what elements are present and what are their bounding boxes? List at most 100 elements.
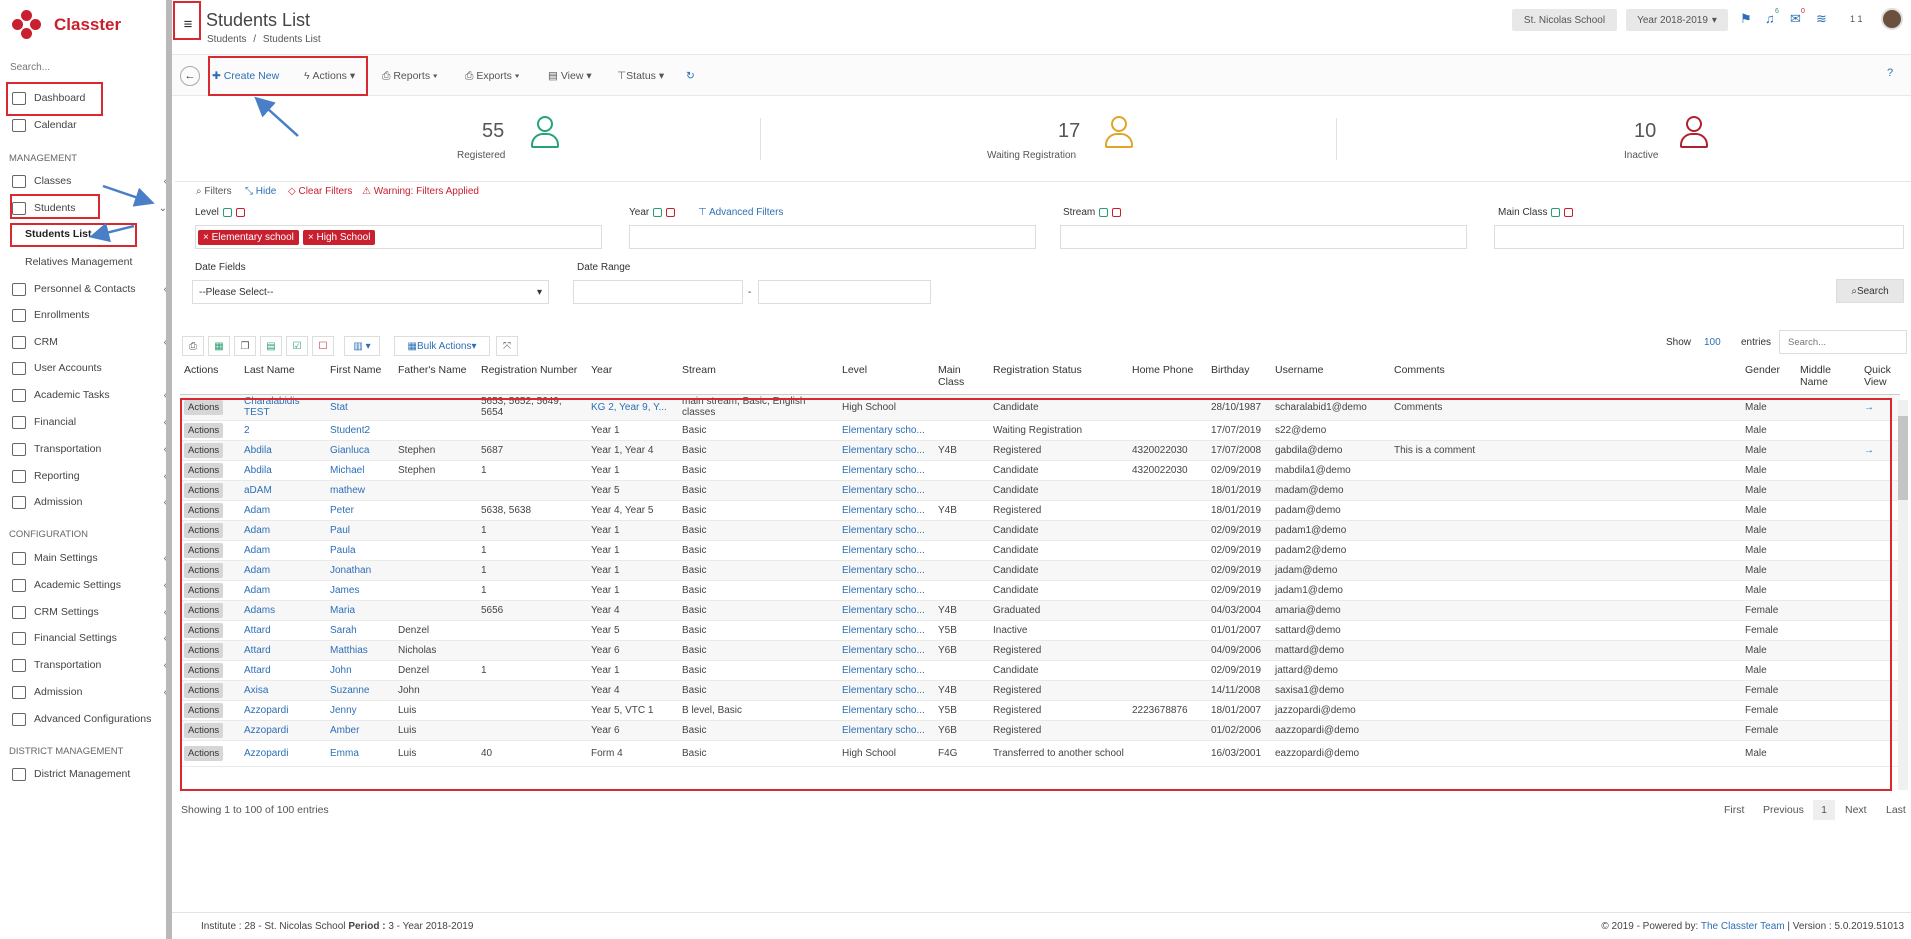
table-cell[interactable]: Year 1	[587, 460, 678, 481]
table-cell[interactable]: Jonathan	[326, 560, 394, 581]
table-row[interactable]: Actions Adam Paul 1 Year 1 Basic Elementary sc…	[180, 520, 1900, 541]
table-cell[interactable]: Elementary scho...	[838, 620, 934, 641]
table-cell[interactable]: Adam	[240, 540, 326, 561]
row-actions-cell[interactable]: Actions	[180, 500, 240, 521]
sidebar-item-advanced-configurations[interactable]: Advanced Configurations	[0, 707, 167, 731]
table-cell[interactable]: Year 1	[587, 540, 678, 561]
table-cell[interactable]: Elementary scho...	[838, 680, 934, 701]
table-cell[interactable]: High School	[838, 740, 934, 767]
clear-all-icon[interactable]	[1564, 207, 1574, 217]
sidebar-item-enrollments[interactable]: Enrollments	[0, 303, 167, 327]
date-fields-select[interactable]: --Please Select-- ▾	[192, 280, 549, 304]
row-actions-cell[interactable]: Actions	[180, 580, 240, 601]
row-actions-cell[interactable]: Actions	[180, 740, 240, 767]
quick-view-icon[interactable]	[1860, 580, 1900, 601]
columns-icon[interactable]: ▥ ▾	[344, 336, 380, 356]
row-actions-button[interactable]: Actions	[184, 462, 224, 478]
table-cell[interactable]: Elementary scho...	[838, 540, 934, 561]
sidebar-item-academic-settings[interactable]: Academic Settings‹	[0, 573, 167, 597]
table-row[interactable]: Actions Charalabidis TEST Stat 5653, 5652, …	[180, 394, 1900, 421]
menu-icon[interactable]: ≡	[177, 10, 199, 38]
table-cell[interactable]: Adam	[240, 520, 326, 541]
table-cell[interactable]: Year 6	[587, 640, 678, 661]
row-actions-button[interactable]: Actions	[184, 745, 224, 761]
table-cell[interactable]: Adam	[240, 500, 326, 521]
table-row[interactable]: Actions Adam James 1 Year 1 Basic Elementary s…	[180, 580, 1900, 601]
table-cell[interactable]: James	[326, 580, 394, 601]
row-actions-button[interactable]: Actions	[184, 622, 224, 638]
row-actions-cell[interactable]: Actions	[180, 520, 240, 541]
reports-menu[interactable]: ⎙ Reports ▾	[382, 70, 437, 83]
row-actions-button[interactable]: Actions	[184, 722, 224, 738]
date-range-start[interactable]	[573, 280, 743, 304]
row-actions-button[interactable]: Actions	[184, 562, 224, 578]
table-cell[interactable]: Elementary scho...	[838, 600, 934, 621]
sidebar-item-students[interactable]: Students ⌄	[0, 196, 167, 220]
quick-view-icon[interactable]	[1860, 680, 1900, 701]
level-chip[interactable]: × Elementary school	[198, 230, 299, 245]
table-row[interactable]: Actions aDAM mathew Year 5 Basic Elementary s…	[180, 480, 1900, 501]
column-header[interactable]: Quick View	[1860, 362, 1900, 395]
sidebar-item-main-settings[interactable]: Main Settings‹	[0, 546, 167, 570]
row-actions-button[interactable]: Actions	[184, 442, 224, 458]
view-menu[interactable]: ▤ View ▾	[548, 70, 592, 82]
table-cell[interactable]: Michael	[326, 460, 394, 481]
select-all-icon[interactable]	[653, 207, 663, 217]
quick-view-icon[interactable]	[1860, 720, 1900, 741]
help-icon[interactable]: ?	[1880, 63, 1900, 83]
table-cell[interactable]: Charalabidis TEST	[240, 394, 326, 421]
table-cell[interactable]: Elementary scho...	[838, 420, 934, 441]
column-header[interactable]: First Name	[326, 362, 394, 395]
table-cell[interactable]: Suzanne	[326, 680, 394, 701]
row-actions-cell[interactable]: Actions	[180, 480, 240, 501]
table-cell[interactable]: Adam	[240, 560, 326, 581]
sidebar-item-students-list[interactable]: Students List	[25, 228, 92, 240]
table-cell[interactable]: Adams	[240, 600, 326, 621]
quick-view-icon[interactable]	[1860, 480, 1900, 501]
app-logo[interactable]: Classter	[12, 8, 121, 42]
table-cell[interactable]: Azzopardi	[240, 740, 326, 767]
date-range-end[interactable]	[758, 280, 931, 304]
row-actions-cell[interactable]: Actions	[180, 700, 240, 721]
sidebar-item-dashboard[interactable]: Dashboard	[0, 86, 167, 110]
row-actions-button[interactable]: Actions	[184, 482, 224, 498]
table-cell[interactable]: Attard	[240, 620, 326, 641]
table-row[interactable]: Actions Axisa Suzanne John Year 4 Basic Elemen…	[180, 680, 1900, 701]
classter-team-link[interactable]: The Classter Team	[1701, 921, 1785, 932]
table-cell[interactable]: High School	[838, 394, 934, 421]
table-row[interactable]: Actions Attard John Denzel 1 Year 1 Basic Eleme…	[180, 660, 1900, 681]
column-header[interactable]: Actions	[180, 362, 240, 395]
table-cell[interactable]: Emma	[326, 740, 394, 767]
row-actions-cell[interactable]: Actions	[180, 394, 240, 421]
table-cell[interactable]: Abdila	[240, 440, 326, 461]
year-selector[interactable]: Year 2018-2019 ▾	[1626, 9, 1728, 31]
level-filter[interactable]: × Elementary school × High School	[195, 225, 602, 249]
exports-menu[interactable]: ⎙ Exports ▾	[465, 70, 519, 83]
select-all-icon[interactable]	[1551, 207, 1561, 217]
table-cell[interactable]: Elementary scho...	[838, 580, 934, 601]
year-filter[interactable]	[629, 225, 1036, 249]
csv-icon[interactable]: ▤	[260, 336, 282, 356]
advanced-filters-link[interactable]: ⊤ Advanced Filters	[698, 207, 783, 218]
column-header[interactable]: Registration Status	[989, 362, 1128, 395]
quick-view-icon[interactable]	[1860, 640, 1900, 661]
table-row[interactable]: Actions Attard Sarah Denzel Year 5 Basic Eleme…	[180, 620, 1900, 641]
row-actions-cell[interactable]: Actions	[180, 640, 240, 661]
table-cell[interactable]: Year 5, VTC 1	[587, 700, 678, 721]
sidebar-item-academic-tasks[interactable]: Academic Tasks‹	[0, 383, 167, 407]
table-cell[interactable]: Year 5	[587, 620, 678, 641]
row-actions-button[interactable]: Actions	[184, 422, 224, 438]
layers-icon[interactable]: ≋	[1816, 11, 1827, 27]
row-actions-button[interactable]: Actions	[184, 542, 224, 558]
column-header[interactable]: Registration Number	[477, 362, 587, 395]
sidebar-item-crm-settings[interactable]: CRM Settings‹	[0, 600, 167, 624]
sidebar-resize-handle[interactable]	[166, 0, 172, 939]
sidebar-item-admission-settings[interactable]: Admission‹	[0, 680, 167, 704]
table-cell[interactable]: Year 4	[587, 600, 678, 621]
create-new-button[interactable]: ✚ Create New	[212, 70, 279, 82]
table-cell[interactable]: Attard	[240, 660, 326, 681]
table-cell[interactable]: Amber	[326, 720, 394, 741]
table-cell[interactable]: Elementary scho...	[838, 440, 934, 461]
clear-all-icon[interactable]	[235, 207, 245, 217]
table-cell[interactable]: Azzopardi	[240, 720, 326, 741]
